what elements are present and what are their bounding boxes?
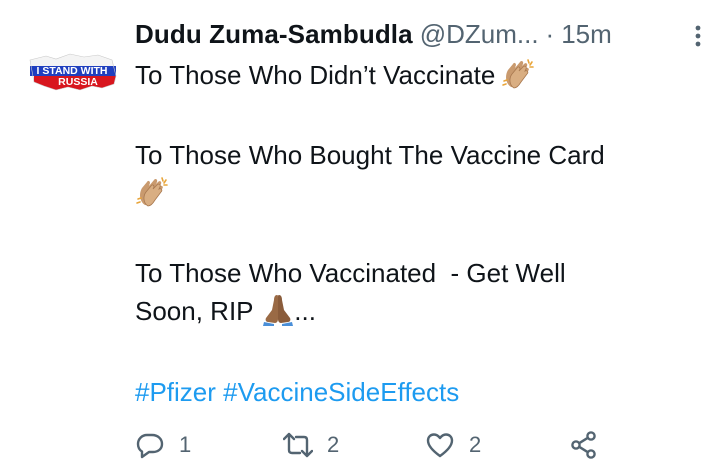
reply-button[interactable]: 1 [135, 425, 191, 465]
hashtag-vaccine-side-effects[interactable]: #VaccineSideEffects [223, 377, 459, 407]
share-icon [571, 431, 596, 459]
share-button[interactable] [569, 425, 599, 465]
reply-count: 1 [179, 432, 192, 457]
tweet-header: Dudu Zuma-Sambudla @DZum... · 15m [135, 14, 705, 54]
like-button[interactable]: 2 [425, 425, 481, 465]
tweet-line-1-text: To Those Who Didn’t Vaccinate [135, 60, 496, 90]
folded-hands-emoji [263, 295, 294, 326]
tweet-line-3b: Soon, RIP ... [135, 292, 695, 330]
timestamp[interactable]: 15m [561, 19, 612, 50]
tweet-text: To Those Who Didn’t Vaccinate To Those W… [135, 56, 695, 330]
retweet-icon [283, 432, 313, 458]
handle[interactable]: @DZum... [420, 19, 539, 50]
avatar-text-bottom: RUSSIA [58, 76, 98, 88]
avatar[interactable]: I STAND WITH RUSSIA [26, 50, 118, 96]
tweet-line-3b-text: Soon, RIP [135, 296, 254, 326]
tweet-line-2: To Those Who Bought The Vaccine Card [135, 140, 605, 170]
like-icon [426, 433, 454, 458]
hashtag-row: #Pfizer #VaccineSideEffects [135, 373, 459, 411]
like-count: 2 [469, 432, 482, 457]
more-icon[interactable] [693, 24, 703, 48]
action-bar: 1 2 2 [135, 425, 615, 465]
clapping-hands-emoji [502, 59, 535, 89]
display-name[interactable]: Dudu Zuma-Sambudla [135, 19, 413, 50]
reply-icon [136, 433, 164, 459]
retweet-count: 2 [327, 432, 340, 457]
clapping-hands-emoji [136, 177, 168, 207]
tweet-line-2-emoji-row [135, 174, 695, 212]
tweet-line-1: To Those Who Didn’t Vaccinate [135, 56, 695, 94]
tweet[interactable]: I STAND WITH RUSSIA Dudu Zuma-Sambudla @… [0, 0, 720, 476]
retweet-button[interactable]: 2 [283, 425, 339, 465]
hashtag-pfizer[interactable]: #Pfizer [135, 377, 216, 407]
tweet-line-3a: To Those Who Vaccinated - Get Well [135, 258, 566, 288]
separator-dot: · [545, 18, 555, 49]
tweet-ellipsis: ... [294, 296, 316, 326]
